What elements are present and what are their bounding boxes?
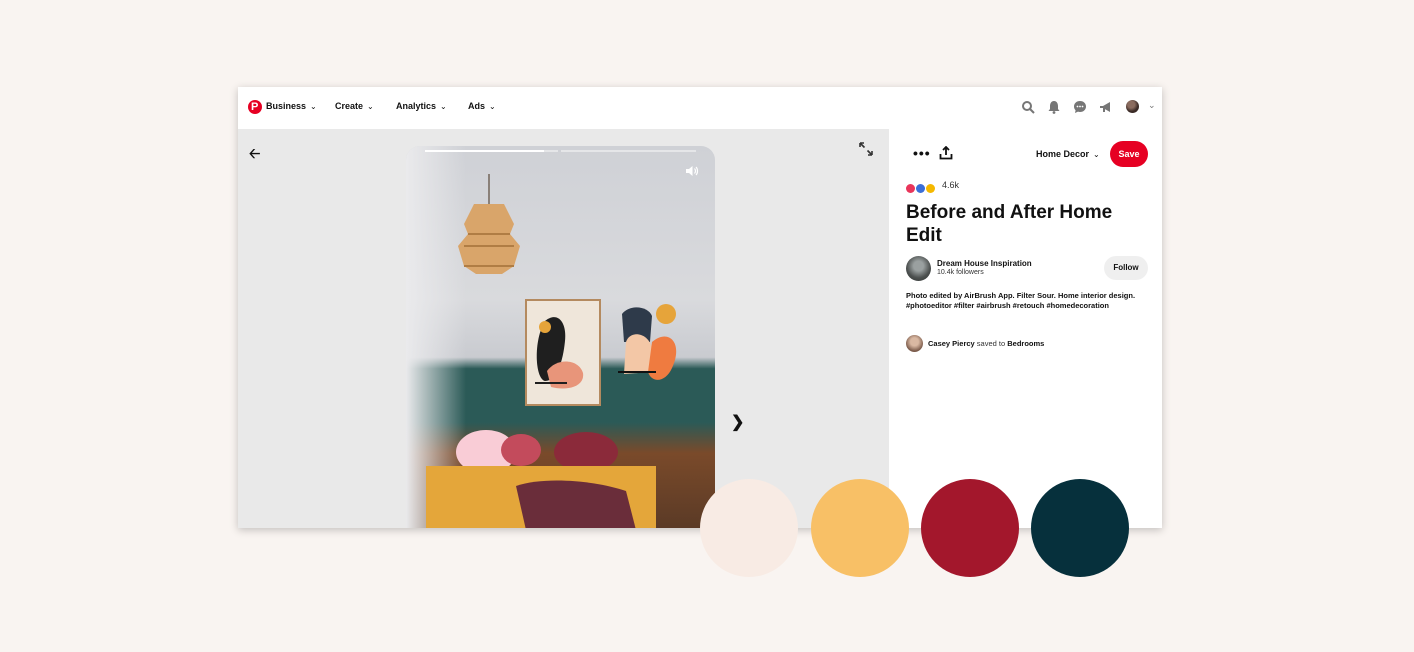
browser-window: Business⌄ Create⌄ Analytics⌄ Ads⌄ ⌄: [238, 87, 1162, 528]
reactions[interactable]: [906, 180, 936, 194]
share-icon[interactable]: [939, 146, 953, 160]
saver-name[interactable]: Casey Piercy: [928, 339, 975, 348]
wall-art-right: [618, 304, 677, 380]
volume-icon[interactable]: [685, 164, 699, 178]
follower-count: 10.4k followers: [937, 269, 984, 276]
saver-avatar[interactable]: [906, 335, 923, 352]
board-select[interactable]: Home Decor ⌄: [1036, 149, 1100, 159]
palette-swatch-mustard: [811, 479, 909, 577]
megaphone-icon[interactable]: [1099, 100, 1113, 114]
heart-reaction-icon: [906, 184, 915, 194]
palette-swatch-teal: [1031, 479, 1129, 577]
next-arrow-icon[interactable]: ❯: [731, 412, 744, 432]
palette-swatch-crimson: [921, 479, 1019, 577]
palette-swatch-cream: [700, 479, 798, 577]
avatar[interactable]: [1126, 100, 1139, 113]
chevron-down-icon: ⌄: [367, 102, 374, 111]
nav-ads[interactable]: Ads ⌄: [468, 101, 496, 111]
back-arrow-icon[interactable]: 🡠: [249, 143, 260, 167]
pin-video[interactable]: [406, 146, 715, 528]
pin-title: Before and After Home Edit: [906, 202, 1113, 246]
nav-business[interactable]: Business ⌄: [266, 101, 317, 111]
video-progress-fill: [425, 150, 545, 152]
idea-reaction-icon: [916, 184, 925, 194]
wow-reaction-icon: [926, 184, 935, 194]
pinterest-logo[interactable]: [248, 100, 262, 114]
author-avatar[interactable]: [906, 256, 931, 281]
saved-by-line: Casey Piercy saved to Bedrooms: [928, 339, 1044, 348]
save-button[interactable]: Save: [1110, 141, 1148, 167]
saved-to-text: saved to: [976, 339, 1006, 348]
more-options-icon[interactable]: •••: [913, 145, 931, 161]
bed: [426, 430, 656, 528]
pin-description: Photo edited by AirBrush App. Filter Sou…: [906, 291, 1136, 310]
video-progress-bar[interactable]: [425, 150, 696, 152]
chat-icon[interactable]: [1073, 100, 1087, 114]
chevron-down-icon: ⌄: [1093, 150, 1100, 159]
expand-icon[interactable]: [858, 141, 874, 157]
chevron-down-icon: ⌄: [440, 102, 447, 111]
search-icon[interactable]: [1021, 100, 1035, 114]
rattan-lamp: [458, 174, 520, 274]
bell-icon[interactable]: [1047, 100, 1061, 114]
pin-detail-panel: ••• Home Decor ⌄ Save 4.6k Before and Aft…: [889, 129, 1162, 528]
chevron-down-icon[interactable]: ⌄: [1148, 100, 1156, 111]
follow-button[interactable]: Follow: [1104, 256, 1148, 280]
progress-segment-gap: [558, 150, 561, 152]
pin-media-area: 🡠 ❯: [238, 129, 889, 528]
chevron-down-icon: ⌄: [489, 102, 496, 111]
nav-analytics[interactable]: Analytics ⌄: [396, 101, 447, 111]
author-name[interactable]: Dream House Inspiration: [937, 259, 1032, 268]
nav-create[interactable]: Create ⌄: [335, 101, 374, 111]
saver-board[interactable]: Bedrooms: [1007, 339, 1044, 348]
reaction-count: 4.6k: [942, 180, 960, 190]
top-navigation: Business⌄ Create⌄ Analytics⌄ Ads⌄ ⌄: [238, 87, 1162, 129]
chevron-down-icon: ⌄: [310, 102, 317, 111]
wall-art-left: [525, 299, 601, 406]
